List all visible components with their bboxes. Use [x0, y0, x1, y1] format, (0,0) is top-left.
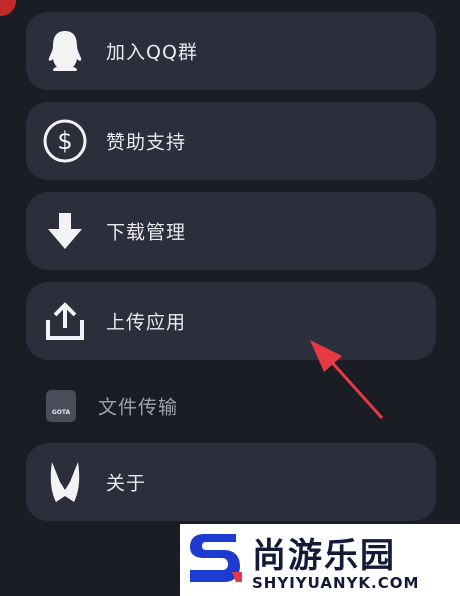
- download-arrow-icon: [40, 206, 90, 256]
- menu-item-label: 关于: [106, 472, 147, 495]
- menu-item-label: 赞助支持: [106, 131, 187, 154]
- menu-item-about[interactable]: 关于: [26, 443, 436, 521]
- watermark-url: SHYIYUANYK.COM: [252, 574, 420, 592]
- menu-item-label: 文件传输: [98, 396, 179, 419]
- corner-accent: [0, 0, 16, 16]
- menu-item-sponsor[interactable]: $ 赞助支持: [26, 102, 436, 180]
- watermark-logo-icon: [190, 534, 242, 582]
- watermark-title: 尚游乐园: [252, 536, 396, 576]
- upload-icon: [40, 296, 90, 346]
- menu-item-label: 加入QQ群: [106, 41, 198, 64]
- menu-item-label: 上传应用: [106, 311, 187, 334]
- menu-item-label: 下载管理: [106, 221, 187, 244]
- dollar-circle-icon: $: [40, 116, 90, 166]
- svg-text:$: $: [57, 127, 72, 155]
- watermark: 尚游乐园 SHYIYUANYK.COM: [180, 524, 460, 596]
- menu-item-join-qq-group[interactable]: 加入QQ群: [26, 12, 436, 90]
- qq-penguin-icon: [40, 26, 90, 76]
- about-logo-icon: [40, 457, 90, 507]
- file-transfer-app-icon: GOTA: [46, 390, 76, 422]
- menu-item-download-manager[interactable]: 下载管理: [26, 192, 436, 270]
- file-transfer-icon-text: GOTA: [51, 409, 71, 416]
- annotation-arrow-icon: [310, 340, 384, 420]
